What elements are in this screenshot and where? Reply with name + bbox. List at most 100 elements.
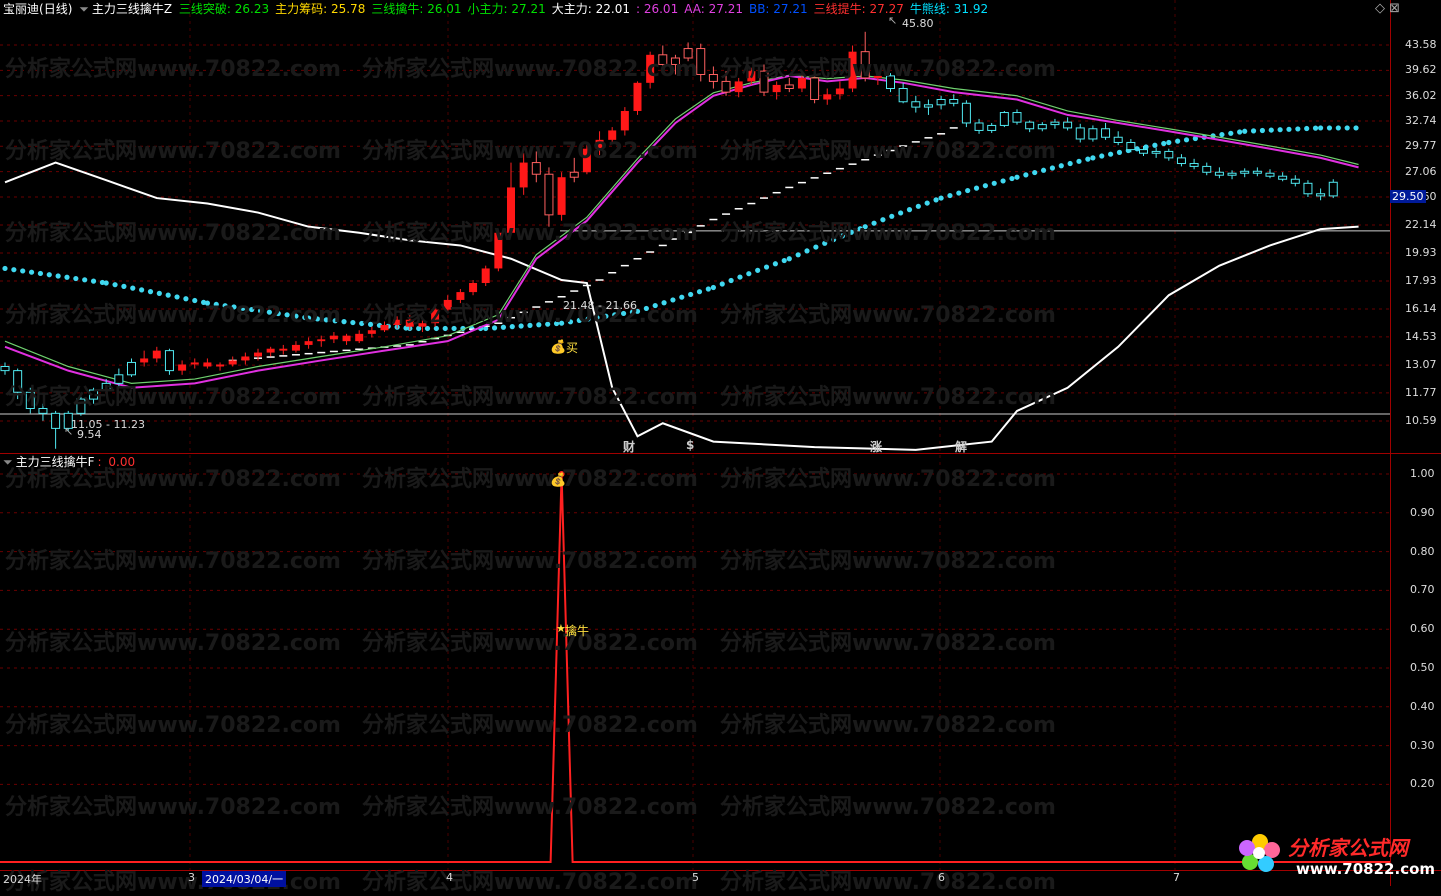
bull-bear-dot — [1268, 127, 1274, 133]
candle-body — [1316, 193, 1326, 197]
bull-bear-dot — [956, 190, 962, 196]
bull-bear-dot — [275, 310, 281, 317]
header-item-value: 26.01 — [643, 2, 679, 16]
bull-bear-dot — [938, 195, 944, 201]
period-label[interactable]: (日线) — [39, 2, 72, 16]
bull-bear-dot — [518, 323, 524, 329]
header-item-6: AA: 27.21 — [684, 2, 746, 16]
event-rise[interactable]: 涨 — [870, 438, 882, 455]
bull-bear-dot — [121, 283, 127, 290]
chart-canvas[interactable] — [0, 0, 1441, 886]
lower-indicator-name[interactable]: 主力三线擒牛F — [16, 455, 95, 469]
close-icon[interactable]: ◇ ⊠ — [1375, 1, 1400, 16]
candle-body — [393, 319, 402, 325]
event-unlock[interactable]: 解 — [955, 438, 967, 455]
header-item-label: BB: — [748, 2, 774, 16]
bull-bear-dot — [147, 289, 154, 295]
stock-name[interactable]: 宝丽迪 — [3, 2, 39, 16]
header-item-label: 牛熊线: — [909, 2, 954, 16]
event-dividend[interactable]: $ — [686, 438, 694, 452]
candle-body — [949, 99, 959, 104]
candle-body — [1075, 127, 1085, 140]
bull-bear-dot — [755, 267, 761, 273]
candle-body — [216, 364, 225, 367]
header-item-7: BB: 27.21 — [749, 2, 811, 16]
bull-bear-dot — [1014, 174, 1020, 180]
candle-body — [772, 84, 781, 93]
bull-bear-dot — [1304, 125, 1310, 132]
price-tick: 14.53 — [1405, 329, 1437, 343]
bull-bear-dot — [165, 292, 171, 298]
bull-bear-dot — [737, 274, 743, 280]
bull-bear-dot — [567, 319, 574, 325]
bull-bear-dot — [947, 192, 953, 199]
candle-body — [1139, 149, 1148, 154]
bull-bear-dot — [20, 268, 26, 274]
candle-body — [886, 75, 895, 90]
candle-body — [507, 187, 515, 233]
bull-bear-dot — [612, 312, 618, 318]
candle-body — [304, 341, 313, 345]
bull-bear-dot — [991, 180, 997, 186]
candle-body — [405, 319, 414, 327]
header-item-label: 三线擒牛: — [371, 2, 428, 16]
current-price-box: 29.50 — [1390, 190, 1426, 203]
bull-bear-dot — [719, 281, 725, 287]
bull-bear-dot — [848, 229, 854, 235]
bull-bear-dot — [1023, 172, 1029, 178]
date-tick: 3 — [188, 871, 195, 884]
candle-body — [101, 382, 111, 391]
bull-bear-dot — [915, 203, 921, 209]
candle-body — [380, 324, 389, 331]
candle-body — [633, 82, 642, 111]
bull-bear-dot — [139, 287, 145, 293]
price-tick: 36.02 — [1405, 88, 1437, 102]
candle-body — [1227, 172, 1237, 176]
candle-body — [329, 335, 338, 340]
bull-bear-dot — [509, 324, 515, 330]
bull-bear-dot — [1335, 125, 1341, 131]
bull-bear-dot — [763, 264, 770, 270]
signal-label: 擒牛 — [565, 624, 590, 638]
lower-tick: 0.60 — [1410, 622, 1435, 636]
candle-body — [999, 112, 1009, 126]
bull-bear-dot — [603, 313, 609, 319]
lower-dropdown-icon[interactable]: ⏷ — [3, 455, 13, 469]
candle-body — [1025, 121, 1035, 130]
candle-body — [1176, 157, 1186, 165]
bull-bear-dot — [11, 267, 17, 273]
candle-body — [1088, 128, 1098, 140]
candle-body — [1303, 182, 1313, 195]
bull-bear-dot — [442, 325, 448, 332]
bull-bear-dot — [857, 226, 863, 232]
candle-body — [0, 366, 10, 372]
header-item-value: 26.01 — [427, 2, 462, 16]
bull-bear-dot — [813, 244, 819, 250]
candle-body — [443, 299, 452, 310]
candle-body — [203, 362, 212, 367]
candle-body — [494, 232, 503, 269]
bull-bear-dot — [1295, 126, 1301, 132]
candle-body — [620, 110, 629, 131]
bull-bear-dot — [705, 286, 711, 292]
header-item-value: 26.23 — [234, 2, 270, 16]
candle-body — [873, 75, 882, 78]
header-item-label: 三线提牛: — [813, 2, 870, 16]
mid-range-label: 21.48 - 21.66 — [563, 299, 637, 312]
event-finance[interactable]: 财 — [623, 438, 635, 455]
candle-body — [140, 358, 149, 363]
bull-bear-dot — [772, 261, 778, 267]
candle-body — [152, 350, 161, 359]
bull-bear-dot — [257, 308, 264, 314]
candle-body — [848, 51, 857, 89]
indicator-name[interactable]: 主力三线擒牛Z — [92, 2, 172, 16]
dropdown-icon[interactable]: ⏷ — [79, 2, 89, 16]
bull-bear-dot — [553, 320, 560, 327]
bull-bear-dot — [679, 294, 685, 300]
header-item-label: : — [635, 2, 644, 16]
bull-bear-dot — [103, 280, 109, 286]
bull-bear-dot — [491, 325, 498, 331]
date-tick: 4 — [446, 871, 453, 884]
candle-body — [1189, 163, 1199, 167]
bull-bear-dot — [670, 297, 676, 303]
